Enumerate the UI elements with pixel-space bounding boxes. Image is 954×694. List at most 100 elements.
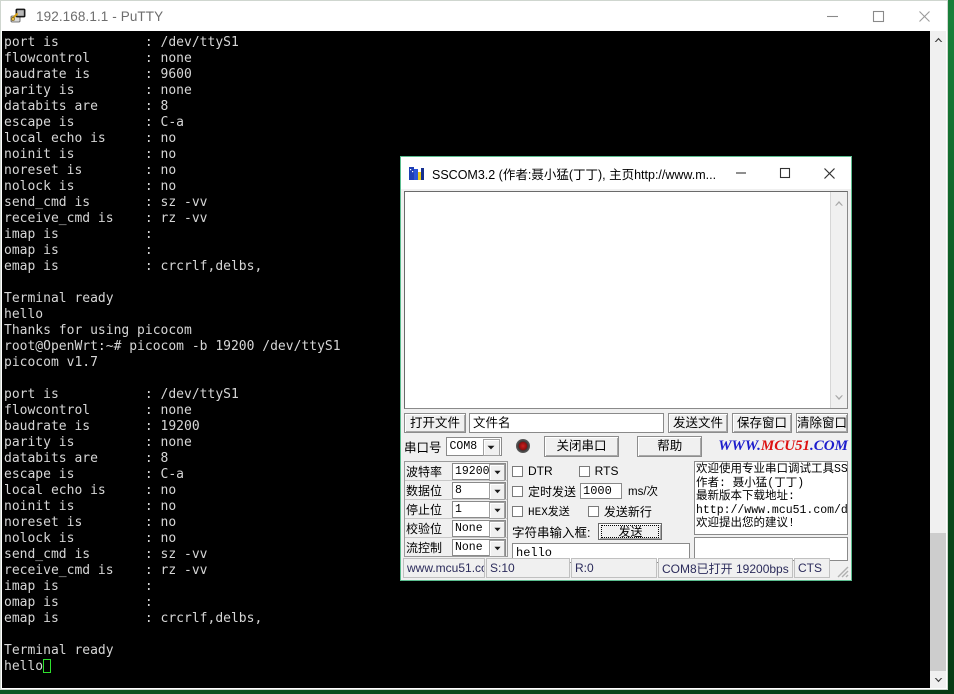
send-newline-checkbox[interactable] <box>587 505 599 517</box>
timed-send-row: 定时发送 1000 ms/次 <box>512 481 690 501</box>
send-string-row: 字符串输入框: 发送 <box>512 521 690 541</box>
terminal-scrollback: port is : /dev/ttyS1 flowcontrol : none … <box>4 35 341 658</box>
interval-unit-label: ms/次 <box>628 486 659 498</box>
clear-window-button[interactable]: 清除窗口 <box>796 413 848 433</box>
sscom-status-bar: www.mcu51.com S:10 R:0 COM8已打开 19200bps … <box>403 558 849 578</box>
send-controls-panel: DTR RTS 定时发送 1000 ms/次 HEX发送 发送新行 字符串输入框… <box>512 461 690 563</box>
baudrate-select[interactable]: 19200 <box>452 462 506 481</box>
resize-grip-icon[interactable] <box>831 558 849 578</box>
putty-scrollbar-thumb[interactable] <box>930 533 946 676</box>
send-newline-label: 发送新行 <box>603 504 652 519</box>
dtr-checkbox[interactable] <box>512 465 523 477</box>
brand-part2: MCU51 <box>760 437 811 454</box>
databits-select[interactable]: 8 <box>452 481 506 500</box>
receive-area-wrapper <box>404 191 848 409</box>
setting-row-baudrate: 波特率 19200 <box>405 462 507 481</box>
parity-select[interactable]: None <box>452 519 506 538</box>
receive-scroll-up-icon[interactable] <box>834 194 844 212</box>
putty-titlebar[interactable]: 192.168.1.1 - PuTTY <box>1 1 947 32</box>
putty-title: 192.168.1.1 - PuTTY <box>36 8 164 24</box>
com-port-select[interactable]: COM8 <box>445 436 502 456</box>
terminal-last-line: hello <box>4 659 44 674</box>
dtr-label: DTR <box>528 464 553 478</box>
receive-scrollbar[interactable] <box>830 192 847 408</box>
status-connection: COM8已打开 19200bps 8 <box>658 558 793 578</box>
stopbits-value: 1 <box>455 502 462 516</box>
setting-row-parity: 校验位 None <box>405 519 507 538</box>
timed-send-checkbox[interactable] <box>512 485 523 497</box>
sscom-icon <box>408 165 425 182</box>
send-file-button[interactable]: 发送文件 <box>668 413 728 433</box>
brand-part1: WWW. <box>718 437 761 454</box>
chevron-down-icon[interactable] <box>489 501 505 519</box>
chevron-down-icon[interactable] <box>489 482 505 500</box>
sscom-close-button[interactable] <box>807 157 851 189</box>
status-site: www.mcu51.com <box>403 558 485 578</box>
port-toolbar-row: 串口号 COM8 关闭串口 帮助 WWW.MCU51.COM <box>404 435 848 457</box>
status-cts: CTS <box>794 558 830 578</box>
send-button[interactable]: 发送 <box>598 522 663 540</box>
interval-input[interactable]: 1000 <box>580 483 623 499</box>
hex-send-label: HEX发送 <box>528 507 570 519</box>
baudrate-label: 波特率 <box>406 464 443 479</box>
help-button[interactable]: 帮助 <box>637 435 703 457</box>
putty-icon <box>10 7 28 25</box>
baudrate-value: 19200 <box>455 464 490 478</box>
mcu51-brand-link[interactable]: WWW.MCU51.COM <box>718 438 848 455</box>
sscom-client-area: 打开文件 文件名 发送文件 保存窗口 清除窗口 串口号 COM8 关闭串口 帮助… <box>402 189 850 579</box>
flowcontrol-value: None <box>455 540 483 554</box>
com-port-value: COM8 <box>449 439 478 453</box>
scroll-up-arrow-icon[interactable] <box>930 31 946 48</box>
terminal-cursor <box>43 659 52 673</box>
filename-input[interactable]: 文件名 <box>469 413 664 433</box>
flowcontrol-label: 流控制 <box>406 540 443 555</box>
close-port-button[interactable]: 关闭串口 <box>543 435 620 457</box>
rts-checkbox[interactable] <box>578 465 590 477</box>
putty-scrollbar[interactable] <box>930 31 946 688</box>
hex-newline-row: HEX发送 发送新行 <box>512 501 690 521</box>
port-label: 串口号 <box>404 440 442 455</box>
setting-row-flowcontrol: 流控制 None <box>405 538 507 557</box>
sscom-title: SSCOM3.2 (作者:聂小猛(丁丁), 主页http://www.m... <box>432 167 717 182</box>
timed-send-label: 定时发送 <box>528 484 577 499</box>
databits-value: 8 <box>455 483 462 497</box>
setting-row-databits: 数据位 8 <box>405 481 507 500</box>
parity-value: None <box>455 521 483 535</box>
sscom-titlebar[interactable]: SSCOM3.2 (作者:聂小猛(丁丁), 主页http://www.m... <box>401 157 851 189</box>
sscom-maximize-button[interactable] <box>763 157 807 189</box>
status-sent-count: S:10 <box>486 558 570 578</box>
receive-textarea[interactable] <box>405 192 830 408</box>
focus-outline <box>601 524 660 538</box>
save-window-button[interactable]: 保存窗口 <box>732 413 792 433</box>
receive-scroll-down-icon[interactable] <box>834 388 844 406</box>
chevron-down-icon[interactable] <box>489 539 505 557</box>
chevron-down-icon[interactable] <box>489 463 505 481</box>
file-toolbar-row: 打开文件 文件名 发送文件 保存窗口 清除窗口 <box>404 413 848 433</box>
brand-part3: .COM <box>810 437 848 454</box>
sscom-window: SSCOM3.2 (作者:聂小猛(丁丁), 主页http://www.m... <box>400 156 852 581</box>
scroll-down-arrow-icon[interactable] <box>930 671 946 688</box>
dtr-rts-row: DTR RTS <box>512 461 690 481</box>
info-panel[interactable]: 欢迎使用专业串口调试工具SSCO 作者: 聂小猛(丁丁) 最新版本下载地址: h… <box>694 461 848 535</box>
send-string-label: 字符串输入框: <box>512 525 591 540</box>
putty-minimize-button[interactable] <box>809 1 855 31</box>
parity-label: 校验位 <box>406 521 443 536</box>
sscom-minimize-button[interactable] <box>719 157 763 189</box>
putty-maximize-button[interactable] <box>855 1 901 31</box>
chevron-down-icon[interactable] <box>489 520 505 538</box>
rts-label: RTS <box>594 464 619 478</box>
putty-window-controls <box>809 1 947 31</box>
chevron-down-icon[interactable] <box>482 438 500 456</box>
serial-status-led-icon <box>515 439 530 453</box>
hex-send-checkbox[interactable] <box>512 505 523 517</box>
stopbits-label: 停止位 <box>406 502 443 517</box>
open-file-button[interactable]: 打开文件 <box>404 413 466 433</box>
putty-close-button[interactable] <box>901 1 947 31</box>
serial-settings-panel: 波特率 19200 数据位 8 停止位 1 校验位 None 流控制 None <box>404 461 508 557</box>
flowcontrol-select[interactable]: None <box>452 538 506 557</box>
stopbits-select[interactable]: 1 <box>452 500 506 519</box>
setting-row-stopbits: 停止位 1 <box>405 500 507 519</box>
status-received-count: R:0 <box>571 558 657 578</box>
databits-label: 数据位 <box>406 483 443 498</box>
sscom-window-controls <box>719 157 851 189</box>
